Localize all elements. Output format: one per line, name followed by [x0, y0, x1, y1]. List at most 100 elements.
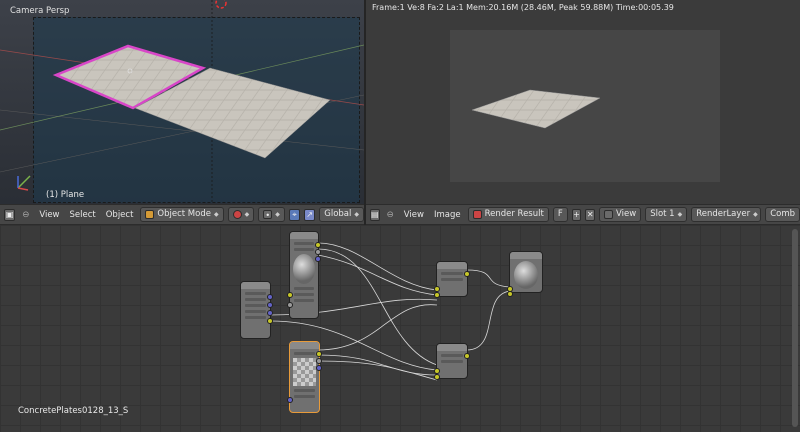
- node-input-socket[interactable]: [287, 292, 293, 298]
- node-output-socket[interactable]: [316, 358, 322, 364]
- pivot-dropdown[interactable]: • ◆: [258, 207, 285, 222]
- translate-icon[interactable]: ↗: [304, 208, 316, 221]
- node-row: [245, 304, 266, 307]
- node-header[interactable]: [241, 282, 270, 289]
- image-name-field[interactable]: Render Result: [485, 208, 544, 221]
- manipulator-toggle-icon[interactable]: ⌖: [288, 208, 301, 221]
- active-object-label: (1) Plane: [46, 190, 85, 200]
- dropdown-arrow-icon: ◆: [275, 211, 280, 218]
- material-preview-sphere: [293, 254, 315, 284]
- 3d-viewport[interactable]: Camera Persp (1) Plane: [0, 0, 364, 204]
- image-editor[interactable]: Frame:1 Ve:8 Fa:2 La:1 Mem:20.16M (28.46…: [366, 0, 800, 204]
- node-link: [317, 360, 438, 381]
- new-image-icon[interactable]: +: [571, 208, 582, 221]
- node-links: [269, 242, 511, 381]
- node-input-socket[interactable]: [434, 374, 440, 380]
- node-header[interactable]: [510, 252, 542, 259]
- node-output-socket[interactable]: [267, 294, 273, 300]
- render-result-canvas[interactable]: [450, 30, 720, 182]
- node-row: [294, 248, 314, 251]
- node-row: [294, 299, 314, 302]
- dropdown-arrow-icon: ◆: [354, 211, 359, 218]
- node-header[interactable]: [290, 342, 319, 349]
- node-input-socket[interactable]: [507, 291, 513, 297]
- texture-node[interactable]: [287, 341, 322, 413]
- unlink-image-icon[interactable]: ✕: [585, 208, 596, 221]
- mix-node[interactable]: [434, 343, 470, 380]
- menu-view[interactable]: View: [401, 208, 427, 222]
- node-link: [466, 269, 511, 288]
- orientation-dropdown[interactable]: Global ◆: [319, 207, 364, 222]
- node-output-socket[interactable]: [267, 318, 273, 324]
- image-editor-header: ▤ ⊖ View Image Render Result F + ✕ View …: [366, 204, 800, 225]
- node-output-socket[interactable]: [315, 249, 321, 255]
- view-mode-dropdown[interactable]: View: [599, 207, 642, 222]
- node-link: [317, 254, 438, 296]
- node-input-socket[interactable]: [287, 397, 293, 403]
- pass-label: Comb: [770, 209, 795, 219]
- header-collapse-icon[interactable]: ⊖: [384, 208, 397, 222]
- menu-select[interactable]: Select: [67, 208, 99, 222]
- node-row: [294, 287, 314, 290]
- node-input-socket[interactable]: [434, 292, 440, 298]
- node-row: [294, 389, 315, 392]
- node-row: [294, 293, 314, 296]
- node-output-socket[interactable]: [267, 302, 273, 308]
- texture-preview: [293, 358, 316, 386]
- image-browse-dropdown[interactable]: Render Result: [467, 207, 549, 222]
- material-name-label: ConcretePlates0128_13_S: [18, 406, 129, 416]
- dropdown-arrow-icon: ◆: [244, 211, 250, 218]
- node-row: [441, 272, 463, 275]
- node-link: [317, 248, 438, 366]
- node-row: [245, 310, 266, 313]
- material-node[interactable]: [287, 231, 321, 319]
- node-link: [466, 290, 511, 351]
- editor-type-icon[interactable]: ▤: [370, 208, 380, 221]
- node-output-socket[interactable]: [316, 351, 322, 357]
- output-node[interactable]: [507, 251, 543, 297]
- render-preview: [471, 89, 601, 129]
- node-row: [441, 354, 463, 357]
- cube-icon: [145, 210, 155, 219]
- fake-user-button[interactable]: F: [552, 207, 568, 222]
- pivot-icon: •: [263, 210, 273, 220]
- node-output-socket[interactable]: [464, 353, 470, 359]
- menu-view[interactable]: View: [36, 208, 62, 222]
- mix-node[interactable]: [434, 261, 470, 298]
- render-layer-dropdown[interactable]: RenderLayer ◆: [691, 207, 762, 222]
- orientation-label: Global: [324, 209, 352, 219]
- pass-dropdown[interactable]: Comb: [765, 207, 800, 222]
- render-stats: Frame:1 Ve:8 Fa:2 La:1 Mem:20.16M (28.46…: [372, 3, 674, 12]
- node-link: [317, 242, 438, 291]
- node-header[interactable]: [437, 262, 467, 269]
- node-output-socket[interactable]: [316, 365, 322, 371]
- shading-dropdown[interactable]: ◆: [227, 207, 255, 222]
- editor-type-icon[interactable]: ▣: [4, 208, 16, 221]
- geometry-node[interactable]: [240, 281, 273, 339]
- node-output-socket[interactable]: [464, 271, 470, 277]
- slot-dropdown[interactable]: Slot 1 ◆: [645, 207, 688, 222]
- view-icon: [604, 210, 614, 219]
- node-row: [245, 316, 266, 319]
- node-header[interactable]: [437, 344, 467, 351]
- node-output-socket[interactable]: [315, 256, 321, 262]
- render-layer-label: RenderLayer: [696, 209, 751, 219]
- node-header[interactable]: [290, 232, 318, 239]
- node-row: [294, 352, 315, 355]
- header-collapse-icon[interactable]: ⊖: [19, 208, 32, 222]
- dropdown-arrow-icon: ◆: [213, 211, 219, 218]
- node-row: [245, 292, 266, 295]
- node-output-socket[interactable]: [315, 242, 321, 248]
- node-output-socket[interactable]: [267, 310, 273, 316]
- node-editor-scrollbar[interactable]: [792, 229, 798, 427]
- 3d-cursor-icon: [215, 0, 227, 9]
- menu-object[interactable]: Object: [103, 208, 137, 222]
- mode-dropdown[interactable]: Object Mode ◆: [140, 207, 224, 222]
- slot-label: Slot 1: [650, 209, 675, 219]
- node-row: [441, 278, 463, 281]
- dropdown-arrow-icon: ◆: [753, 211, 758, 218]
- viewport-scene[interactable]: [0, 0, 364, 204]
- node-input-socket[interactable]: [287, 302, 293, 308]
- menu-image[interactable]: Image: [431, 208, 464, 222]
- node-editor[interactable]: ConcretePlates0128_13_S: [0, 225, 800, 432]
